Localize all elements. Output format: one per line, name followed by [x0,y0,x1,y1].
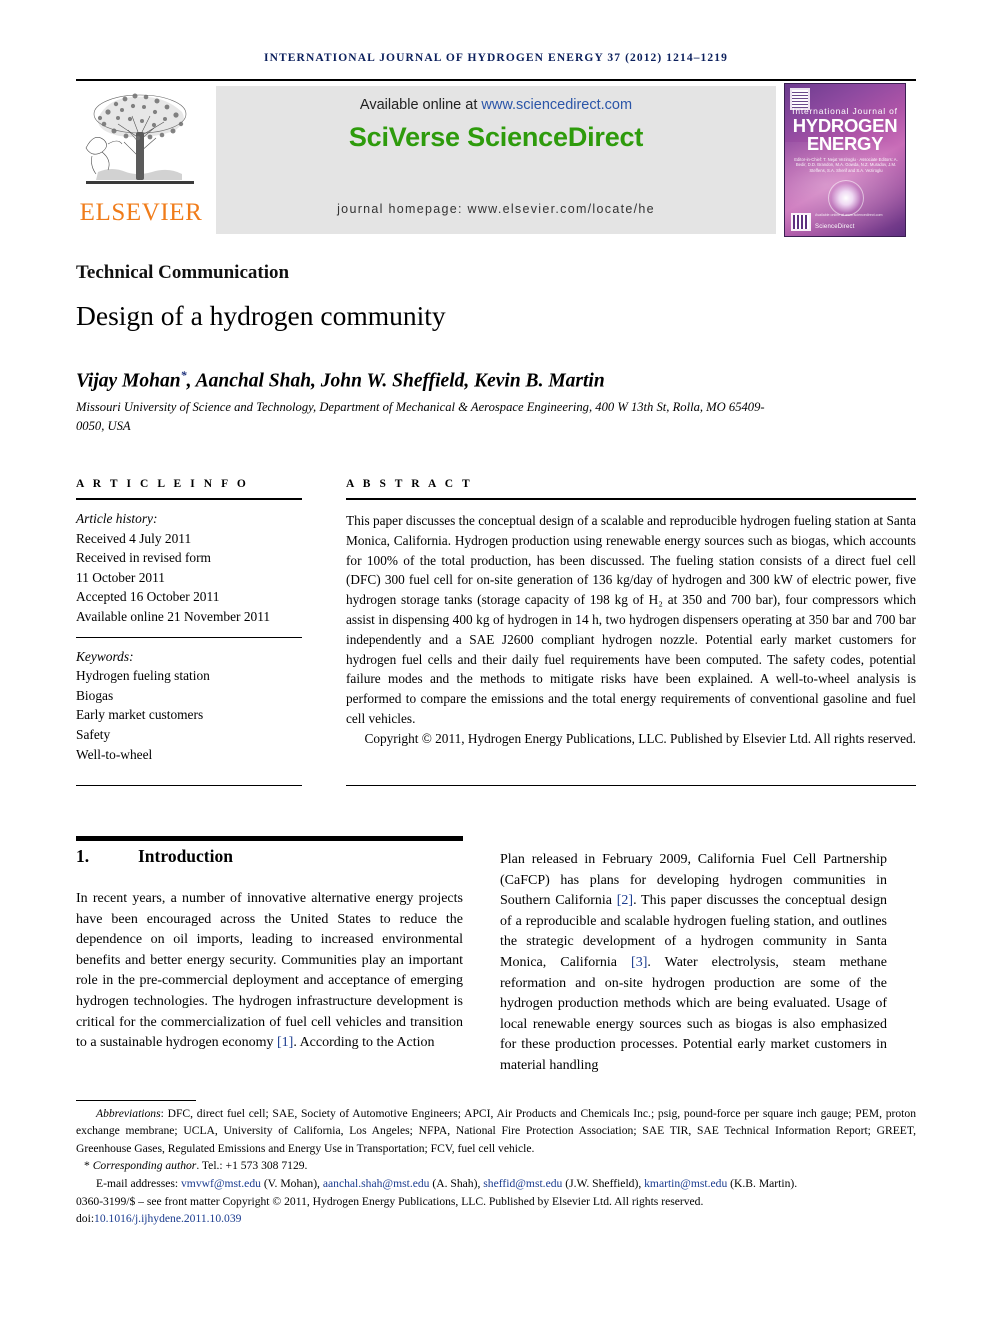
affiliation: Missouri University of Science and Techn… [76,400,765,433]
journal-cover-thumbnail: International Journal of HYDROGEN ENERGY… [784,83,906,237]
body-column-right: Plan released in February 2009, Californ… [500,850,887,1077]
keyword-item: Safety [76,726,111,742]
cover-orb-graphic [828,180,864,216]
email-owner: (V. Mohan), [260,1176,323,1190]
email-link[interactable]: aanchal.shah@mst.edu [323,1177,430,1190]
email-addresses-note: E-mail addresses: vmvwf@mst.edu (V. Moha… [76,1175,916,1192]
author-list: Vijay Mohan*, Aanchal Shah, John W. Shef… [76,368,896,393]
journal-article-page: INTERNATIONAL JOURNAL OF HYDROGEN ENERGY… [0,0,992,1323]
abbreviations-note: Abbreviations: DFC, direct fuel cell; SA… [76,1105,916,1157]
doi-label: doi: [76,1212,95,1226]
running-head: INTERNATIONAL JOURNAL OF HYDROGEN ENERGY… [264,52,728,64]
citation-ref-2[interactable]: [2] [617,893,633,908]
email-owner: (J.W. Sheffield), [562,1176,645,1190]
corresponding-author-tel: . Tel.: +1 573 308 7129. [196,1159,308,1173]
cover-sciencedirect-tagline: Available online at www.sciencedirect.co… [815,213,883,217]
journal-homepage-line[interactable]: journal homepage: www.elsevier.com/locat… [216,202,776,216]
abstract-heading: A B S T R A C T [346,478,473,490]
history-item: Received 4 July 2011 [76,530,192,546]
elsevier-tree-icon [85,93,194,184]
email-link[interactable]: kmartin@mst.edu [644,1177,727,1190]
abbreviations-label: Abbreviations [96,1107,161,1120]
abstract-bottom-rule [346,785,916,786]
citation-ref-3[interactable]: [3] [631,955,647,970]
email-link[interactable]: vmvwf@mst.edu [181,1177,261,1190]
article-history-group: Article history: Received 4 July 2011 Re… [76,500,302,627]
section-heading-introduction: 1. Introduction [76,846,463,867]
body-column-left: 1. Introduction In recent years, a number… [76,846,463,1054]
section-number: 1. [76,846,90,866]
masthead: ELSEVIER Available online at www.science… [76,83,916,237]
corresponding-star-icon: * [84,1159,90,1173]
keyword-item: Biogas [76,687,114,703]
history-item: Received in revised form [76,550,211,566]
article-history-label: Article history: [76,511,158,526]
available-online-prefix: Available online at [359,97,482,113]
corresponding-author-note: * Corresponding author. Tel.: +1 573 308… [76,1157,916,1174]
cover-title-line2: ENERGY [806,133,884,154]
keyword-item: Hydrogen fueling station [76,668,210,684]
email-label: E-mail addresses: [96,1176,181,1190]
author-rest: , Aanchal Shah, John W. Sheffield, Kevin… [186,370,605,392]
cover-sciencedirect-label: ScienceDirect [815,224,855,230]
intro-right-c: . Water electrolysis, steam methane refo… [500,954,888,1073]
citation-ref-1[interactable]: [1] [277,1035,293,1050]
abstract-column: A B S T R A C T This paper discusses the… [346,478,916,749]
intro-paragraph-left: In recent years, a number of innovative … [76,889,463,1054]
elsevier-logo: ELSEVIER [76,86,206,236]
section-title: Introduction [138,846,233,866]
article-info-heading: A R T I C L E I N F O [76,478,249,490]
keywords-label: Keywords: [76,648,134,664]
abstract-copyright: Copyright © 2011, Hydrogen Energy Public… [364,730,916,746]
cover-editors-text: Editor-in-Chief: T. Nejat Veziroglu · As… [794,157,898,173]
intro-paragraph-right: Plan released in February 2009, Californ… [500,850,887,1077]
article-type-label: Technical Communication [76,262,290,283]
abstract-body: This paper discusses the conceptual desi… [346,513,916,726]
email-owner: (K.B. Martin). [727,1176,798,1190]
author-first: Vijay Mohan [76,370,181,392]
available-online-line: Available online at www.sciencedirect.co… [216,97,776,113]
sciencedirect-url[interactable]: www.sciencedirect.com [481,97,632,113]
elsevier-wordmark: ELSEVIER [79,199,203,226]
history-item: Available online 21 November 2011 [76,608,271,624]
article-info-bottom-rule [76,785,302,786]
cover-ihe-badge-icon [791,213,811,231]
doi-line: doi:10.1016/j.ijhydene.2011.10.039 [76,1210,916,1227]
footnote-rule [76,1100,196,1101]
email-owner: (A. Shah), [429,1176,484,1190]
issn-copyright-line: 0360-3199/$ – see front matter Copyright… [76,1195,704,1209]
intro-text-a: In recent years, a number of innovative … [76,891,463,1051]
keywords-group: Keywords: Hydrogen fueling station Bioga… [76,638,302,765]
history-item: Accepted 16 October 2011 [76,589,220,605]
header-rule [76,79,916,81]
sciencedirect-banner: Available online at www.sciencedirect.co… [216,86,776,234]
keyword-item: Well-to-wheel [76,746,153,762]
abbreviations-text: : DFC, direct fuel cell; SAE, Society of… [76,1107,916,1155]
sciverse-sciencedirect-wordmark: SciVerse ScienceDirect [348,122,644,152]
email-link[interactable]: sheffid@mst.edu [483,1177,562,1190]
page-title: Design of a hydrogen community [76,300,446,331]
history-item: 11 October 2011 [76,569,165,585]
intro-text-b: . According to the Action [293,1035,435,1051]
corresponding-author-label: Corresponding author [92,1159,197,1173]
keyword-item: Early market customers [76,707,204,723]
article-info-column: A R T I C L E I N F O Article history: R… [76,478,302,764]
footnote-block: Abbreviations: DFC, direct fuel cell; SA… [76,1105,916,1228]
section-divider-bar [76,836,463,841]
doi-link[interactable]: 10.1016/j.ijhydene.2011.10.039 [94,1212,241,1225]
